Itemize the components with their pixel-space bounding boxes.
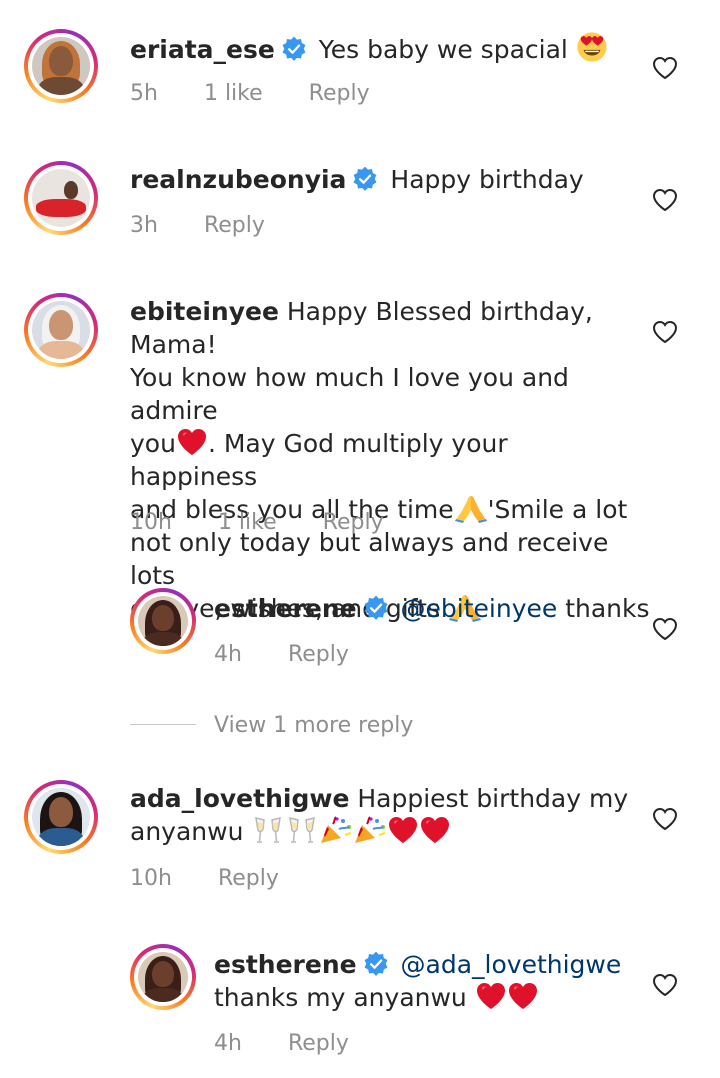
timestamp: 4h: [214, 1031, 242, 1056]
reply-button[interactable]: Reply: [218, 866, 279, 891]
red-heart-emoji-icon: [387, 815, 419, 845]
reply-text: estherene @ada_lovethigwe thanks my anya…: [214, 948, 634, 1014]
comment-body: Happy birthday: [390, 165, 584, 194]
view-more-label[interactable]: View 1 more reply: [214, 712, 413, 740]
avatar[interactable]: [24, 293, 98, 367]
timestamp: 5h: [130, 81, 158, 106]
mention-link[interactable]: @ebiteinyee: [401, 594, 558, 623]
timestamp: 10h: [130, 510, 172, 535]
username[interactable]: estherene: [214, 594, 357, 623]
clinking-glasses-emoji-icon: [285, 815, 319, 845]
red-heart-emoji-icon: [176, 427, 208, 457]
reply-body: thanks my anyanwu: [214, 983, 467, 1012]
folded-hands-emoji-icon: [454, 493, 488, 523]
clinking-glasses-emoji-icon: [251, 815, 285, 845]
like-heart-icon[interactable]: [652, 807, 678, 831]
avatar[interactable]: [130, 944, 196, 1010]
timestamp: 10h: [130, 866, 172, 891]
reply-body: thanks: [565, 594, 650, 623]
like-heart-icon[interactable]: [652, 617, 678, 641]
reply-button[interactable]: Reply: [288, 642, 349, 667]
avatar[interactable]: [24, 780, 98, 854]
username[interactable]: eriata_ese: [130, 35, 275, 64]
like-heart-icon[interactable]: [652, 188, 678, 212]
comment-line: You know how much I love you and admire: [130, 363, 569, 425]
comment-meta: 10h 1 like Reply: [130, 509, 430, 537]
comment-line: you: [130, 429, 176, 458]
red-heart-emoji-icon: [507, 981, 539, 1011]
divider-line: [130, 724, 196, 725]
reply-button[interactable]: Reply: [288, 1031, 349, 1056]
username[interactable]: realnzubeonyia: [130, 165, 346, 194]
timestamp: 4h: [214, 642, 242, 667]
view-more-replies[interactable]: View 1 more reply: [130, 712, 530, 740]
avatar[interactable]: [24, 29, 98, 103]
red-heart-emoji-icon: [475, 981, 507, 1011]
comment-body: Yes baby we spacial: [318, 35, 568, 64]
likes-count[interactable]: 1 like: [204, 81, 263, 106]
verified-badge-icon: [352, 166, 378, 192]
like-heart-icon[interactable]: [652, 320, 678, 344]
mention-link[interactable]: @ada_lovethigwe: [401, 950, 622, 979]
likes-count[interactable]: 1 like: [218, 510, 277, 535]
username[interactable]: ada_lovethigwe: [130, 784, 349, 813]
username[interactable]: estherene: [214, 950, 357, 979]
red-heart-emoji-icon: [419, 815, 451, 845]
like-heart-icon[interactable]: [652, 56, 678, 80]
reply-button[interactable]: Reply: [204, 213, 265, 238]
party-popper-emoji-icon: [319, 815, 353, 845]
comment-line: anyanwu: [130, 817, 244, 846]
comment-text: eriata_ese Yes baby we spacial: [130, 31, 608, 66]
comment-line: 'Smile a lot: [487, 495, 628, 524]
verified-badge-icon: [363, 951, 389, 977]
comment-meta: 3h Reply: [130, 212, 311, 240]
avatar[interactable]: [130, 588, 196, 654]
comment-text: ada_lovethigwe Happiest birthday my anya…: [130, 782, 630, 848]
username[interactable]: ebiteinyee: [130, 297, 279, 326]
avatar[interactable]: [24, 161, 98, 235]
comment-text: ebiteinyee Happy Blessed birthday, Mama!…: [130, 295, 630, 625]
comment-meta: 5h 1 like Reply: [130, 80, 416, 108]
comment-line: Happiest birthday my: [357, 784, 629, 813]
reply-text: estherene @ebiteinyee thanks: [214, 592, 650, 625]
party-popper-emoji-icon: [353, 815, 387, 845]
heart-eyes-emoji-icon: [576, 31, 608, 63]
comment-text: realnzubeonyia Happy birthday: [130, 163, 584, 196]
reply-button[interactable]: Reply: [323, 510, 384, 535]
reply-meta: 4h Reply: [214, 1030, 395, 1058]
verified-badge-icon: [363, 595, 389, 621]
like-heart-icon[interactable]: [652, 973, 678, 997]
timestamp: 3h: [130, 213, 158, 238]
comment-meta: 10h Reply: [130, 865, 325, 893]
reply-button[interactable]: Reply: [309, 81, 370, 106]
verified-badge-icon: [281, 36, 307, 62]
reply-meta: 4h Reply: [214, 641, 395, 669]
